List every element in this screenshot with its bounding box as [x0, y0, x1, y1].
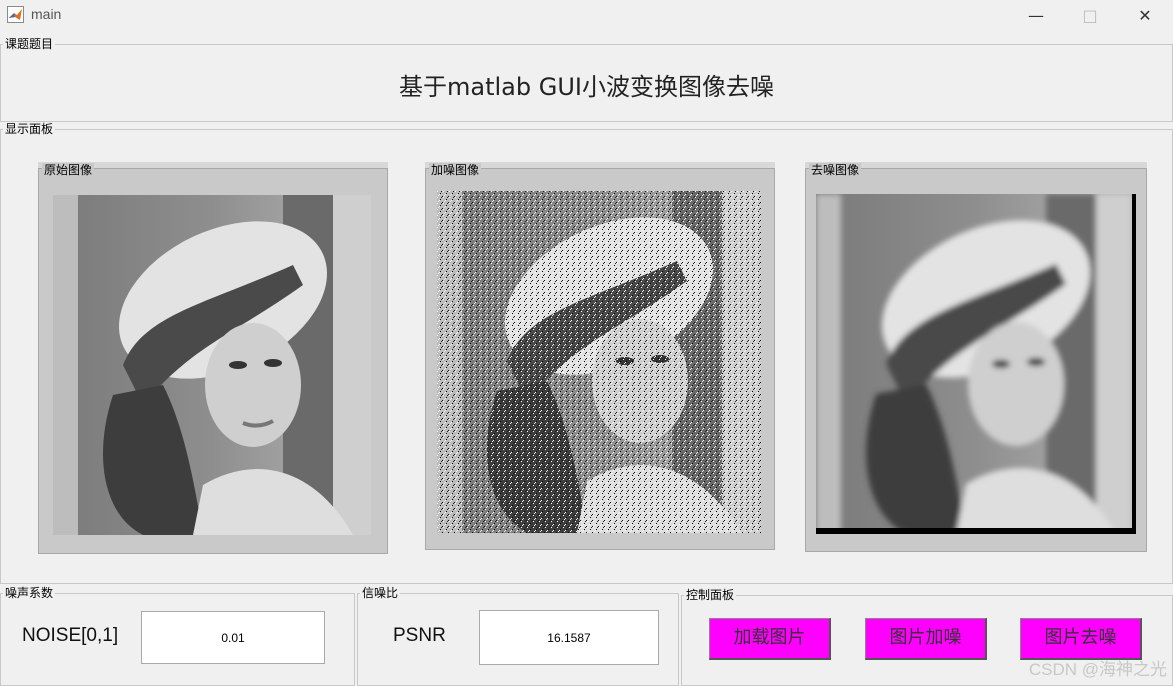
noisy-image-panel: 加噪图像 — [425, 162, 775, 550]
topic-panel: 课题题目 基于matlab GUI小波变换图像去噪 — [0, 37, 1173, 122]
denoised-image-panel: 去噪图像 — [805, 162, 1147, 552]
psnr-field-label: PSNR — [393, 625, 446, 646]
noise-input[interactable] — [141, 611, 325, 664]
load-image-button[interactable]: 加载图片 — [709, 618, 831, 660]
display-panel-label: 显示面板 — [3, 122, 56, 136]
topic-panel-label: 课题题目 — [3, 37, 56, 51]
psnr-output[interactable] — [479, 610, 659, 665]
maximize-button[interactable]: □ — [1067, 0, 1113, 30]
original-image-label: 原始图像 — [42, 163, 95, 177]
noise-panel-label: 噪声系数 — [3, 586, 56, 600]
matlab-app-icon — [7, 6, 24, 23]
noise-panel: 噪声系数 NOISE[0,1] — [0, 586, 355, 686]
window-title: main — [31, 6, 62, 22]
control-panel-label: 控制面板 — [684, 588, 737, 602]
close-button[interactable]: ✕ — [1122, 0, 1168, 30]
psnr-panel: 信噪比 PSNR — [357, 586, 679, 686]
original-image — [53, 195, 371, 535]
csdn-watermark: CSDN @海神之光 — [1028, 660, 1167, 679]
page-title: 基于matlab GUI小波变换图像去噪 — [399, 73, 774, 101]
add-noise-button[interactable]: 图片加噪 — [865, 618, 987, 660]
psnr-panel-label: 信噪比 — [360, 586, 401, 600]
denoise-button[interactable]: 图片去噪 — [1020, 618, 1142, 660]
window-titlebar: main — □ ✕ — [0, 0, 1173, 30]
denoised-image — [816, 194, 1136, 534]
denoised-image-label: 去噪图像 — [809, 163, 862, 177]
original-image-panel: 原始图像 — [38, 162, 388, 554]
display-panel: 显示面板 原始图像 加噪图像 去噪图像 — [0, 122, 1173, 584]
minimize-button[interactable]: — — [1013, 0, 1059, 30]
noisy-image — [437, 191, 761, 533]
noise-field-label: NOISE[0,1] — [22, 625, 119, 646]
noisy-image-label: 加噪图像 — [429, 163, 482, 177]
